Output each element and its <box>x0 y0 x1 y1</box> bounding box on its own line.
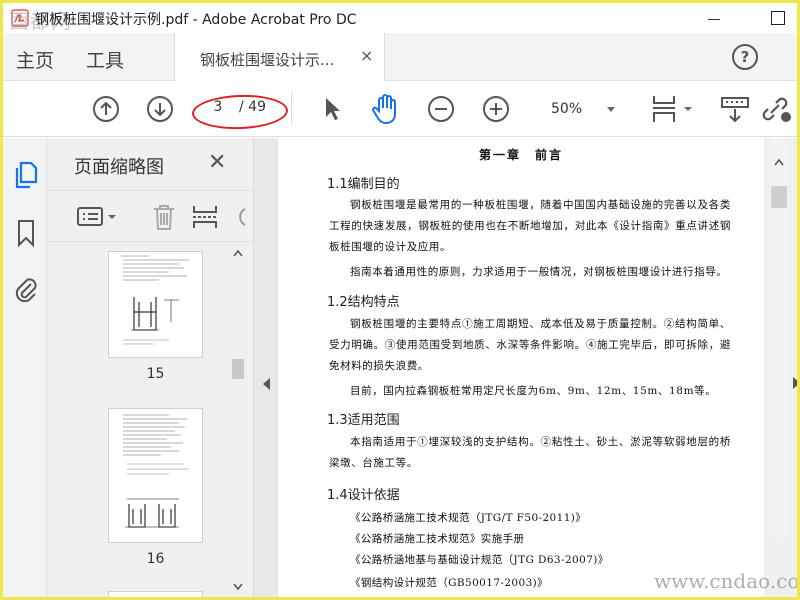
maximize-button[interactable] <box>767 7 789 29</box>
collapse-arrow-icon[interactable] <box>263 378 270 390</box>
expand-right-arrow-icon[interactable] <box>793 377 797 389</box>
minimize-button[interactable] <box>703 7 725 29</box>
thumbnail-page-number: 15 <box>146 366 165 382</box>
reference-item: 《公路桥涵地基与基础设计规范（JTG D63-2007)》 <box>350 554 609 566</box>
reference-item: 《钢结构设计规范（GB50017-2003)》 <box>350 577 549 589</box>
page-thumbnail[interactable] <box>108 251 203 358</box>
close-panel-icon[interactable]: ✕ <box>208 150 226 175</box>
thumbnail-page-number: 16 <box>146 551 165 567</box>
close-tab-icon[interactable]: × <box>360 46 373 65</box>
zoom-out-icon[interactable] <box>427 95 455 123</box>
hand-tool-icon[interactable] <box>371 93 401 125</box>
rotate-page-icon[interactable] <box>233 205 247 229</box>
panel-scrollbar[interactable] <box>228 243 248 597</box>
paragraph: 钢板桩围堰的主要特点①施工周期短、成本低及易于质量控制。②结构简单、受力明确。③… <box>329 318 731 372</box>
scroll-up-icon[interactable] <box>233 249 243 257</box>
scroll-mode-icon[interactable] <box>720 95 750 125</box>
thumbnails-panel: 页面缩略图 ✕ 15 16 <box>47 138 254 597</box>
reference-item: 《公路桥涵施工技术规范（JTG/T F50-2011)》 <box>350 512 587 524</box>
paragraph: 目前，国内拉森钢板桩常用定尺长度为6m、9m、12m、15m、18m等。 <box>350 385 717 397</box>
panel-splitter[interactable] <box>254 138 278 597</box>
navigation-rail <box>3 138 47 597</box>
bookmark-icon[interactable] <box>15 218 37 248</box>
toolbar-divider <box>291 93 292 125</box>
panel-title: 页面缩略图 <box>74 157 164 178</box>
page-thumbnail[interactable] <box>108 591 203 597</box>
options-menu-icon[interactable] <box>77 206 121 228</box>
document-scroll-thumb[interactable] <box>771 186 787 208</box>
section-heading: 1.3适用范围 <box>327 413 400 428</box>
select-cursor-icon[interactable] <box>321 95 343 123</box>
toolbar: 3 / 49 50% <box>3 81 797 137</box>
title-bar: 酉都网 钢板桩围堰设计示例.pdf - Adobe Acrobat Pro DC <box>3 3 797 33</box>
document-page: 第一章 前言 1.1编制目的 钢板桩围堰是最常用的一种板桩围堰，随着中国国内基础… <box>278 138 764 597</box>
next-page-icon[interactable] <box>146 95 174 123</box>
section-heading: 1.2结构特点 <box>327 295 400 310</box>
page-thumbnail[interactable] <box>108 408 203 543</box>
page-thumbnails-icon[interactable] <box>13 160 39 190</box>
insert-page-icon[interactable] <box>191 203 219 231</box>
chapter-title: 第一章 前言 <box>478 148 563 162</box>
page-display-icon[interactable] <box>651 93 697 125</box>
tab-document-label: 钢板桩围堰设计示... <box>200 51 335 69</box>
paragraph: 钢板桩围堰是最常用的一种板桩围堰，随着中国国内基础设施的完善以及各类工程的快速发… <box>329 199 731 253</box>
reference-item: 《公路桥涵施工技术规范》实施手册 <box>350 533 525 545</box>
tab-tools[interactable]: 工具 <box>86 46 124 73</box>
scroll-down-icon[interactable] <box>233 583 243 591</box>
section-heading: 1.1编制目的 <box>327 177 400 192</box>
zoom-in-icon[interactable] <box>482 95 510 123</box>
previous-page-icon[interactable] <box>92 95 120 123</box>
document-scrollbar[interactable] <box>764 138 797 597</box>
section-heading: 1.4设计依据 <box>327 488 400 503</box>
tab-home[interactable]: 主页 <box>16 46 54 73</box>
window-title: 钢板桩围堰设计示例.pdf - Adobe Acrobat Pro DC <box>35 12 357 28</box>
scroll-up-icon[interactable] <box>774 158 784 166</box>
link-icon[interactable] <box>760 94 794 124</box>
highlight-annotation <box>191 93 289 131</box>
paragraph: 本指南适用于①埋深较浅的支护结构。②粘性土、砂土、淤泥等软弱地层的桥梁墩、台施工… <box>329 436 731 469</box>
zoom-value: 50% <box>551 101 583 117</box>
help-icon[interactable]: ? <box>732 44 758 70</box>
paragraph: 指南本着通用性的原则，力求适用于一般情况，对钢板桩围堰设计进行指导。 <box>350 266 728 278</box>
zoom-select[interactable]: 50% <box>545 98 621 120</box>
panel-toolbar <box>47 190 254 242</box>
attachment-icon[interactable] <box>13 274 39 304</box>
document-view[interactable]: 第一章 前言 1.1编制目的 钢板桩围堰是最常用的一种板桩围堰，随着中国国内基础… <box>278 138 764 597</box>
tab-bar: 主页 工具 钢板桩围堰设计示... × ? <box>3 33 797 82</box>
tab-document[interactable]: 钢板桩围堰设计示... × <box>174 33 385 82</box>
watermark-text: www.cndao.com <box>654 569 797 593</box>
thumbnail-list: 15 16 <box>47 243 254 597</box>
acrobat-window: 酉都网 钢板桩围堰设计示例.pdf - Adobe Acrobat Pro DC… <box>3 3 797 597</box>
delete-page-icon[interactable] <box>151 203 177 231</box>
panel-scroll-thumb[interactable] <box>232 359 244 379</box>
chevron-down-icon <box>607 107 615 112</box>
